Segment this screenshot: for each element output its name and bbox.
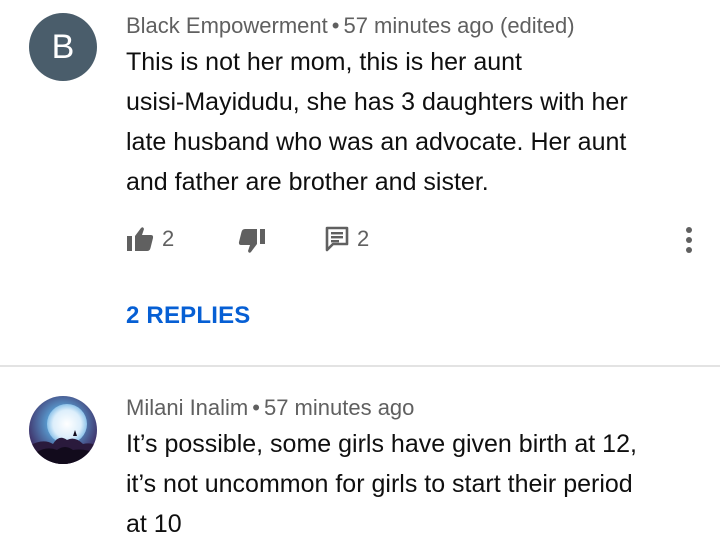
comment: B Black Empowerment • 57 minutes ago (edit…	[0, 0, 720, 366]
avatar-moon-image	[29, 396, 97, 464]
like-icon	[127, 227, 154, 251]
reply-button[interactable]: 2	[325, 226, 369, 252]
comment-line: This is not her mom, this is her aunt	[126, 48, 522, 76]
author-name[interactable]: Milani Inalim	[126, 395, 248, 420]
comment: Milani Inalim • 57 minutes ago It’s possib…	[0, 367, 720, 542]
comment-line: It’s possible, some girls have given bir…	[126, 430, 637, 458]
comment-meta: Black Empowerment • 57 minutes ago (edited…	[126, 13, 575, 39]
comment-meta: Milani Inalim • 57 minutes ago	[126, 395, 414, 421]
comment-line: and father are brother and sister.	[126, 168, 489, 196]
timestamp: 57 minutes ago (edited)	[343, 13, 575, 38]
comment-text: It’s possible, some girls have given bir…	[126, 424, 706, 544]
reply-icon	[325, 226, 349, 252]
comment-line: late husband who was an advocate. Her au…	[126, 128, 627, 156]
comment-line: it’s not uncommon for girls to start the…	[126, 470, 633, 498]
comment-text: This is not her mom, this is her aunt us…	[126, 42, 706, 202]
meta-separator: •	[252, 395, 260, 420]
comment-actions: 2 2	[0, 222, 720, 258]
comment-line: usisi-Mayidudu, she has 3 daughters with…	[126, 88, 628, 116]
avatar[interactable]	[29, 396, 97, 464]
like-button[interactable]: 2	[126, 226, 174, 252]
timestamp: 57 minutes ago	[263, 395, 415, 420]
dislike-icon	[238, 229, 265, 253]
meta-separator: •	[331, 13, 340, 38]
author-name[interactable]: Black Empowerment	[126, 13, 328, 38]
dislike-button[interactable]	[238, 228, 266, 254]
more-icon[interactable]	[680, 222, 698, 258]
avatar[interactable]: B	[29, 13, 97, 81]
like-count: 2	[162, 226, 175, 251]
view-replies-link[interactable]: 2 REPLIES	[126, 302, 251, 330]
comment-line: at 10	[126, 510, 182, 538]
reply-count: 2	[357, 226, 370, 251]
